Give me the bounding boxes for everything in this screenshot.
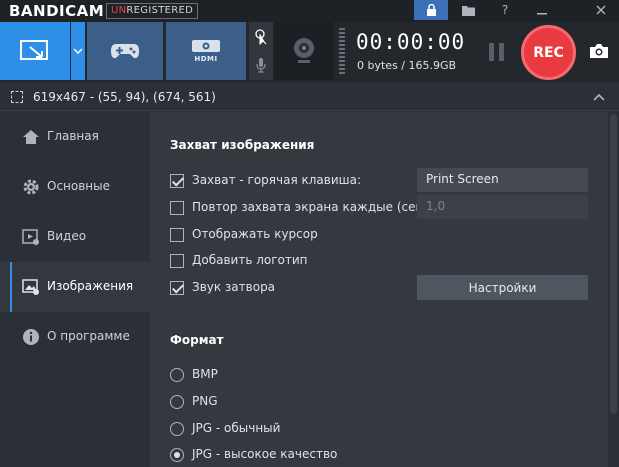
sidebar-item-label: Видео [47, 229, 87, 243]
sidebar-item-label: Главная [47, 129, 99, 143]
hdmi-device-icon [192, 40, 220, 52]
chevron-up-icon [593, 93, 605, 101]
record-button[interactable]: REC [521, 25, 576, 80]
lock-icon [426, 4, 436, 16]
cursor-checkbox[interactable] [170, 228, 184, 242]
webcam-icon [294, 38, 314, 63]
format-option-label: JPG - обычный [192, 421, 281, 435]
camera-icon [590, 44, 608, 58]
home-icon [23, 130, 39, 144]
folder-button[interactable] [451, 0, 485, 20]
shutter-label: Звук затвора [192, 280, 276, 294]
badge-rest-text: REGISTERED [126, 5, 194, 16]
sidebar-item-label: Изображения [47, 279, 134, 293]
capture-section-title: Захват изображения [170, 138, 315, 152]
format-radio[interactable] [170, 395, 184, 409]
help-icon: ? [501, 3, 509, 17]
repeat-row[interactable]: Повтор захвата экрана каждые (сек.) [170, 200, 431, 218]
repeat-label: Повтор захвата экрана каждые (сек.) [192, 200, 432, 214]
sidebar-item-about[interactable]: О программе [0, 312, 150, 362]
cursor-row[interactable]: Отображать курсор [170, 227, 370, 245]
hotkey-field[interactable]: Print Screen [417, 168, 588, 192]
format-option-png[interactable]: PNG [170, 394, 370, 412]
sidebar-item-label: Основные [47, 179, 111, 193]
sidebar-item-home[interactable]: Главная [0, 112, 150, 162]
lock-button[interactable] [414, 0, 448, 20]
format-option-label: JPG - высокое качество [192, 447, 338, 461]
rectangle-mode-button[interactable] [0, 22, 70, 80]
unregistered-badge[interactable]: UNREGISTERED [106, 3, 199, 19]
repeat-interval-field[interactable]: 1,0 [417, 195, 588, 219]
capture-region-bar: 619x467 - (55, 94), (674, 561) [0, 84, 619, 111]
collapse-button[interactable] [593, 90, 605, 104]
minimize-button[interactable] [525, 0, 559, 20]
sidebar-item-label: О программе [47, 329, 130, 343]
repeat-checkbox[interactable] [170, 201, 184, 215]
device-mode-button[interactable]: HDMI [166, 22, 246, 80]
logo-row[interactable]: Добавить логотип [170, 253, 370, 271]
app-logo: BANDICAM [9, 2, 105, 20]
shutter-checkbox[interactable] [170, 281, 184, 295]
sidebar-item-video[interactable]: Видео [0, 212, 150, 262]
rectangle-select-icon [20, 40, 48, 60]
logo-checkbox[interactable] [170, 254, 184, 268]
pause-button[interactable] [489, 43, 505, 61]
info-icon [23, 329, 39, 345]
cursor-label: Отображать курсор [192, 227, 318, 241]
audio-level-meter [339, 28, 345, 74]
hotkey-row[interactable]: Захват - горячая клавиша: [170, 173, 410, 191]
region-coordinates: 619x467 - (55, 94), (674, 561) [33, 90, 216, 104]
pause-bar-right [499, 43, 504, 61]
image-settings-icon [22, 279, 39, 295]
format-option-bmp[interactable]: BMP [170, 367, 370, 385]
format-option-label: BMP [192, 367, 218, 381]
help-button[interactable]: ? [488, 0, 522, 20]
minimize-icon [537, 13, 547, 15]
hdmi-label: HDMI [194, 55, 218, 63]
cursor-click-icon [255, 28, 267, 45]
file-size-readout: 0 bytes / 165.9GB [357, 59, 457, 72]
mode-dropdown-button[interactable] [71, 22, 85, 80]
title-bar: BANDICAM UNREGISTERED ? [0, 0, 619, 22]
pause-bar-left [489, 43, 494, 61]
format-section-title: Формат [170, 333, 224, 347]
shutter-settings-button[interactable]: Настройки [417, 275, 588, 300]
mode-toolbar: HDMI 00:00:00 0 bytes / 165.9GB REC [0, 22, 619, 82]
cursor-effect-button[interactable] [249, 22, 273, 51]
screenshot-button[interactable] [588, 40, 610, 62]
chevron-down-icon [74, 48, 82, 54]
sidebar-item-general[interactable]: Основные [0, 162, 150, 212]
webcam-button[interactable] [274, 22, 334, 80]
format-option-label: PNG [192, 394, 218, 408]
gamepad-icon [111, 44, 139, 59]
microphone-icon [256, 58, 266, 73]
microphone-button[interactable] [249, 51, 273, 80]
game-mode-button[interactable] [87, 22, 163, 80]
badge-un-text: UN [111, 5, 127, 16]
format-radio[interactable] [170, 368, 184, 382]
format-radio[interactable] [170, 448, 184, 462]
scrollbar-thumb[interactable] [610, 114, 617, 414]
video-icon [22, 229, 39, 245]
close-button[interactable] [582, 0, 619, 20]
recording-timer: 00:00:00 [356, 30, 466, 54]
close-icon [596, 5, 605, 15]
sidebar-item-images[interactable]: Изображения [0, 262, 150, 312]
overlay-controls [249, 22, 273, 80]
region-select-icon[interactable] [11, 91, 23, 103]
hotkey-label: Захват - горячая клавиша: [192, 173, 362, 187]
format-option-jpg-high[interactable]: JPG - высокое качество [170, 447, 390, 465]
shutter-row[interactable]: Звук затвора [170, 280, 370, 298]
sidebar: Главная Основные Видео Изображения О про… [0, 112, 150, 467]
logo-label: Добавить логотип [192, 253, 308, 267]
gear-icon [23, 179, 39, 195]
format-option-jpg-normal[interactable]: JPG - обычный [170, 421, 370, 439]
hotkey-checkbox[interactable] [170, 174, 184, 188]
scrollbar[interactable] [608, 112, 619, 467]
format-radio[interactable] [170, 422, 184, 436]
folder-icon [461, 5, 475, 16]
